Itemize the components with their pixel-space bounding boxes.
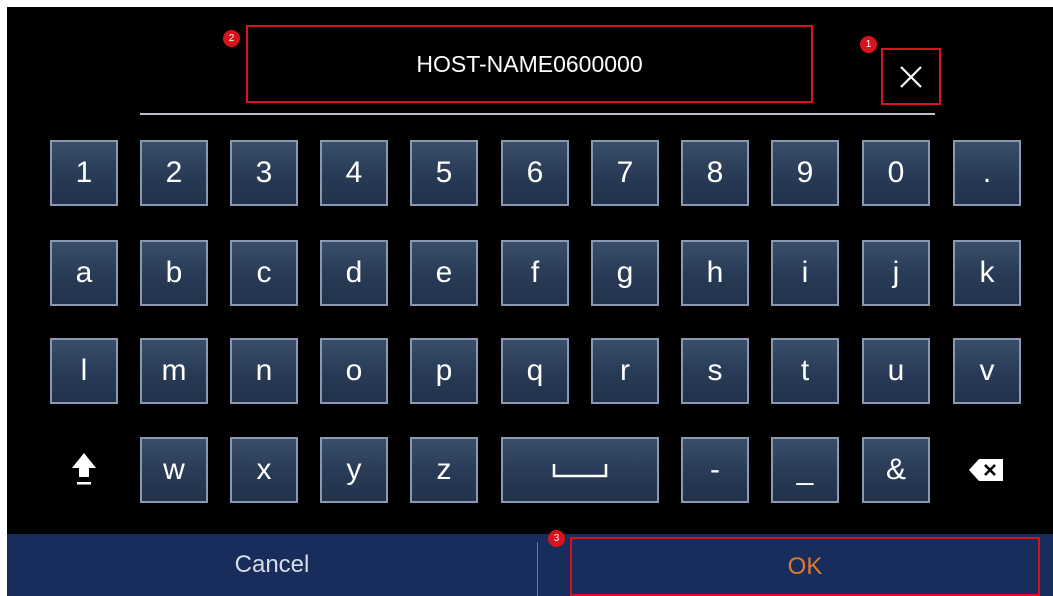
key-l[interactable]: l	[50, 338, 118, 404]
hostname-input[interactable]: HOST-NAME0600000	[246, 25, 813, 103]
key-t[interactable]: t	[771, 338, 839, 404]
key-ampersand[interactable]: &	[862, 437, 930, 503]
key-3[interactable]: 3	[230, 140, 298, 206]
marker-3: 3	[548, 530, 565, 547]
cancel-button-label: Cancel	[234, 551, 310, 578]
key-u[interactable]: u	[862, 338, 930, 404]
key-m[interactable]: m	[140, 338, 208, 404]
key-r[interactable]: r	[591, 338, 659, 404]
key-f[interactable]: f	[501, 240, 569, 306]
marker-1: 1	[860, 36, 877, 53]
key-a[interactable]: a	[50, 240, 118, 306]
space-key[interactable]	[501, 437, 659, 503]
key-2[interactable]: 2	[140, 140, 208, 206]
key-4[interactable]: 4	[320, 140, 388, 206]
shift-key[interactable]	[50, 437, 118, 503]
key-q[interactable]: q	[501, 338, 569, 404]
key-y[interactable]: y	[320, 437, 388, 503]
key-0[interactable]: 0	[862, 140, 930, 206]
key-d[interactable]: d	[320, 240, 388, 306]
key-n[interactable]: n	[230, 338, 298, 404]
key-x[interactable]: x	[230, 437, 298, 503]
bottom-bar: Cancel OK	[7, 534, 1053, 596]
ok-button[interactable]: OK	[570, 537, 1040, 596]
backspace-key[interactable]	[953, 437, 1021, 503]
backspace-icon	[969, 459, 1003, 481]
key-9[interactable]: 9	[771, 140, 839, 206]
key-j[interactable]: j	[862, 240, 930, 306]
key-z[interactable]: z	[410, 437, 478, 503]
bottom-bar-divider	[537, 542, 538, 596]
input-underline	[140, 113, 935, 115]
hostname-input-value: HOST-NAME0600000	[416, 50, 643, 77]
ok-button-label: OK	[787, 552, 823, 580]
clear-button[interactable]	[881, 48, 941, 105]
key-k[interactable]: k	[953, 240, 1021, 306]
key-w[interactable]: w	[140, 437, 208, 503]
key-1[interactable]: 1	[50, 140, 118, 206]
cancel-button[interactable]: Cancel	[7, 534, 537, 596]
key-i[interactable]: i	[771, 240, 839, 306]
space-icon	[552, 464, 608, 478]
key-c[interactable]: c	[230, 240, 298, 306]
key-period[interactable]: .	[953, 140, 1021, 206]
key-o[interactable]: o	[320, 338, 388, 404]
key-7[interactable]: 7	[591, 140, 659, 206]
key-6[interactable]: 6	[501, 140, 569, 206]
key-g[interactable]: g	[591, 240, 659, 306]
key-8[interactable]: 8	[681, 140, 749, 206]
key-5[interactable]: 5	[410, 140, 478, 206]
keyboard-screen: HOST-NAME0600000 2 1 1 2 3 4 5 6 7 8 9 0…	[7, 7, 1053, 596]
key-b[interactable]: b	[140, 240, 208, 306]
shift-icon	[72, 453, 96, 485]
close-icon	[900, 65, 922, 88]
key-h[interactable]: h	[681, 240, 749, 306]
key-hyphen[interactable]: -	[681, 437, 749, 503]
key-p[interactable]: p	[410, 338, 478, 404]
key-s[interactable]: s	[681, 338, 749, 404]
key-underscore[interactable]: _	[771, 437, 839, 503]
key-e[interactable]: e	[410, 240, 478, 306]
marker-2: 2	[223, 30, 240, 47]
key-v[interactable]: v	[953, 338, 1021, 404]
